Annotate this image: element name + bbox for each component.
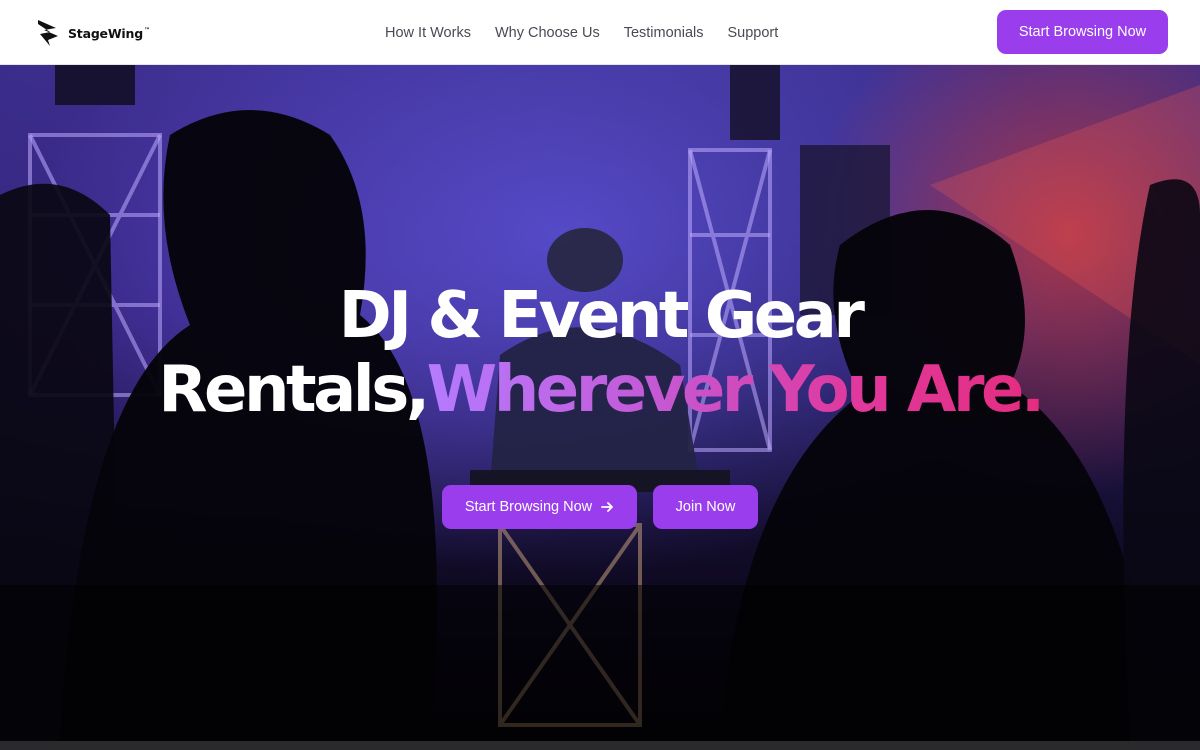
hero-headline: DJ & Event Gear Rentals,Wherever You Are… <box>0 279 1200 427</box>
arrow-right-icon <box>601 502 614 512</box>
hero-start-browsing-button[interactable]: Start Browsing Now <box>442 485 637 529</box>
hero-start-browsing-label: Start Browsing Now <box>464 499 593 515</box>
hero-actions: Start Browsing Now Join Now <box>442 485 758 529</box>
stagewing-logo-icon <box>38 20 58 46</box>
next-section-edge <box>0 741 1200 750</box>
nav-link-how-it-works[interactable]: How It Works <box>385 25 471 41</box>
main-nav: How It Works Why Choose Us Testimonials … <box>385 0 778 65</box>
nav-link-testimonials[interactable]: Testimonials <box>624 25 704 41</box>
nav-link-support[interactable]: Support <box>728 25 779 41</box>
hero-headline-highlight: Wherever You Are. <box>426 353 1046 427</box>
trademark-mark: ™ <box>143 27 150 35</box>
nav-start-browsing-button[interactable]: Start Browsing Now <box>997 10 1168 54</box>
hero-section: DJ & Event Gear Rentals,Wherever You Are… <box>0 65 1200 741</box>
brand-logo[interactable]: StageWing™ <box>36 18 150 48</box>
navbar: StageWing™ How It Works Why Choose Us Te… <box>0 0 1200 65</box>
hero-headline-line2: Rentals, <box>158 353 430 427</box>
brand-name: StageWing™ <box>68 25 150 41</box>
hero-join-now-button[interactable]: Join Now <box>653 485 758 529</box>
hero-headline-line1: DJ & Event Gear <box>338 279 865 353</box>
nav-link-why-choose-us[interactable]: Why Choose Us <box>495 25 600 41</box>
